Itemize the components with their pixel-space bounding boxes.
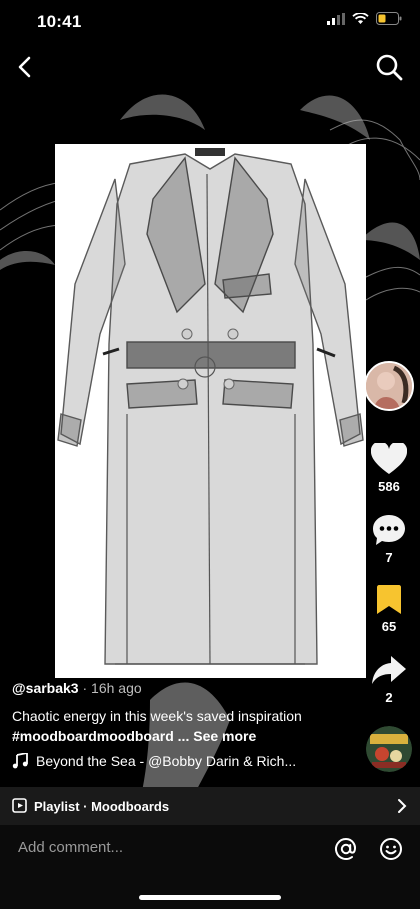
playlist-bar[interactable]: Playlist · Moodboards	[0, 787, 420, 825]
playlist-label: Playlist · Moodboards	[34, 798, 170, 814]
hashtag-link[interactable]: #moodboardmoodboard	[12, 728, 174, 744]
home-indicator	[139, 895, 281, 900]
share-arrow-icon	[372, 656, 406, 684]
comment-bar: Add comment...	[0, 825, 420, 909]
album-art-icon	[366, 726, 412, 772]
signal-icon	[327, 12, 345, 25]
like-button[interactable]: 586	[365, 443, 413, 494]
caption: Chaotic energy in this week's saved insp…	[12, 706, 352, 746]
status-icons	[327, 12, 402, 25]
caption-text: Chaotic energy in this week's saved insp…	[12, 708, 302, 724]
comment-input[interactable]: Add comment...	[18, 839, 123, 856]
post-time: · 16h ago	[78, 680, 142, 696]
back-button[interactable]	[12, 52, 40, 82]
chevron-right-icon	[398, 799, 407, 813]
comment-bubble-icon	[373, 515, 405, 545]
music-note-icon	[12, 753, 28, 769]
share-button[interactable]: 2	[365, 654, 413, 705]
post-image[interactable]	[55, 144, 366, 678]
coat-illustration	[57, 148, 364, 665]
music-line[interactable]: Beyond the Sea - @Bobby Darin & Rich...	[12, 753, 296, 769]
share-count: 2	[385, 690, 393, 705]
wifi-icon	[352, 12, 369, 24]
status-time: 10:41	[37, 12, 82, 31]
mention-icon[interactable]	[334, 837, 358, 861]
music-title: Beyond the Sea - @Bobby Darin & Rich...	[36, 753, 297, 769]
comment-button[interactable]: 7	[365, 514, 413, 565]
caption-ellipsis: ...	[173, 728, 194, 744]
bookmark-icon	[377, 585, 401, 614]
avatar-image	[366, 363, 412, 409]
username[interactable]: @sarbak3	[12, 680, 79, 696]
save-count: 65	[381, 619, 397, 634]
see-more-link[interactable]: See more	[193, 728, 256, 744]
heart-icon	[371, 443, 407, 474]
playlist-icon	[12, 798, 27, 813]
battery-icon	[376, 12, 402, 25]
save-button[interactable]: 65	[365, 585, 413, 634]
like-count: 586	[378, 479, 400, 494]
creator-avatar[interactable]	[364, 361, 414, 411]
music-disc[interactable]	[366, 726, 412, 772]
emoji-icon[interactable]	[379, 837, 403, 861]
search-icon[interactable]	[374, 52, 404, 82]
post-username-line[interactable]: @sarbak3 · 16h ago	[12, 680, 142, 696]
comment-count: 7	[385, 550, 393, 565]
